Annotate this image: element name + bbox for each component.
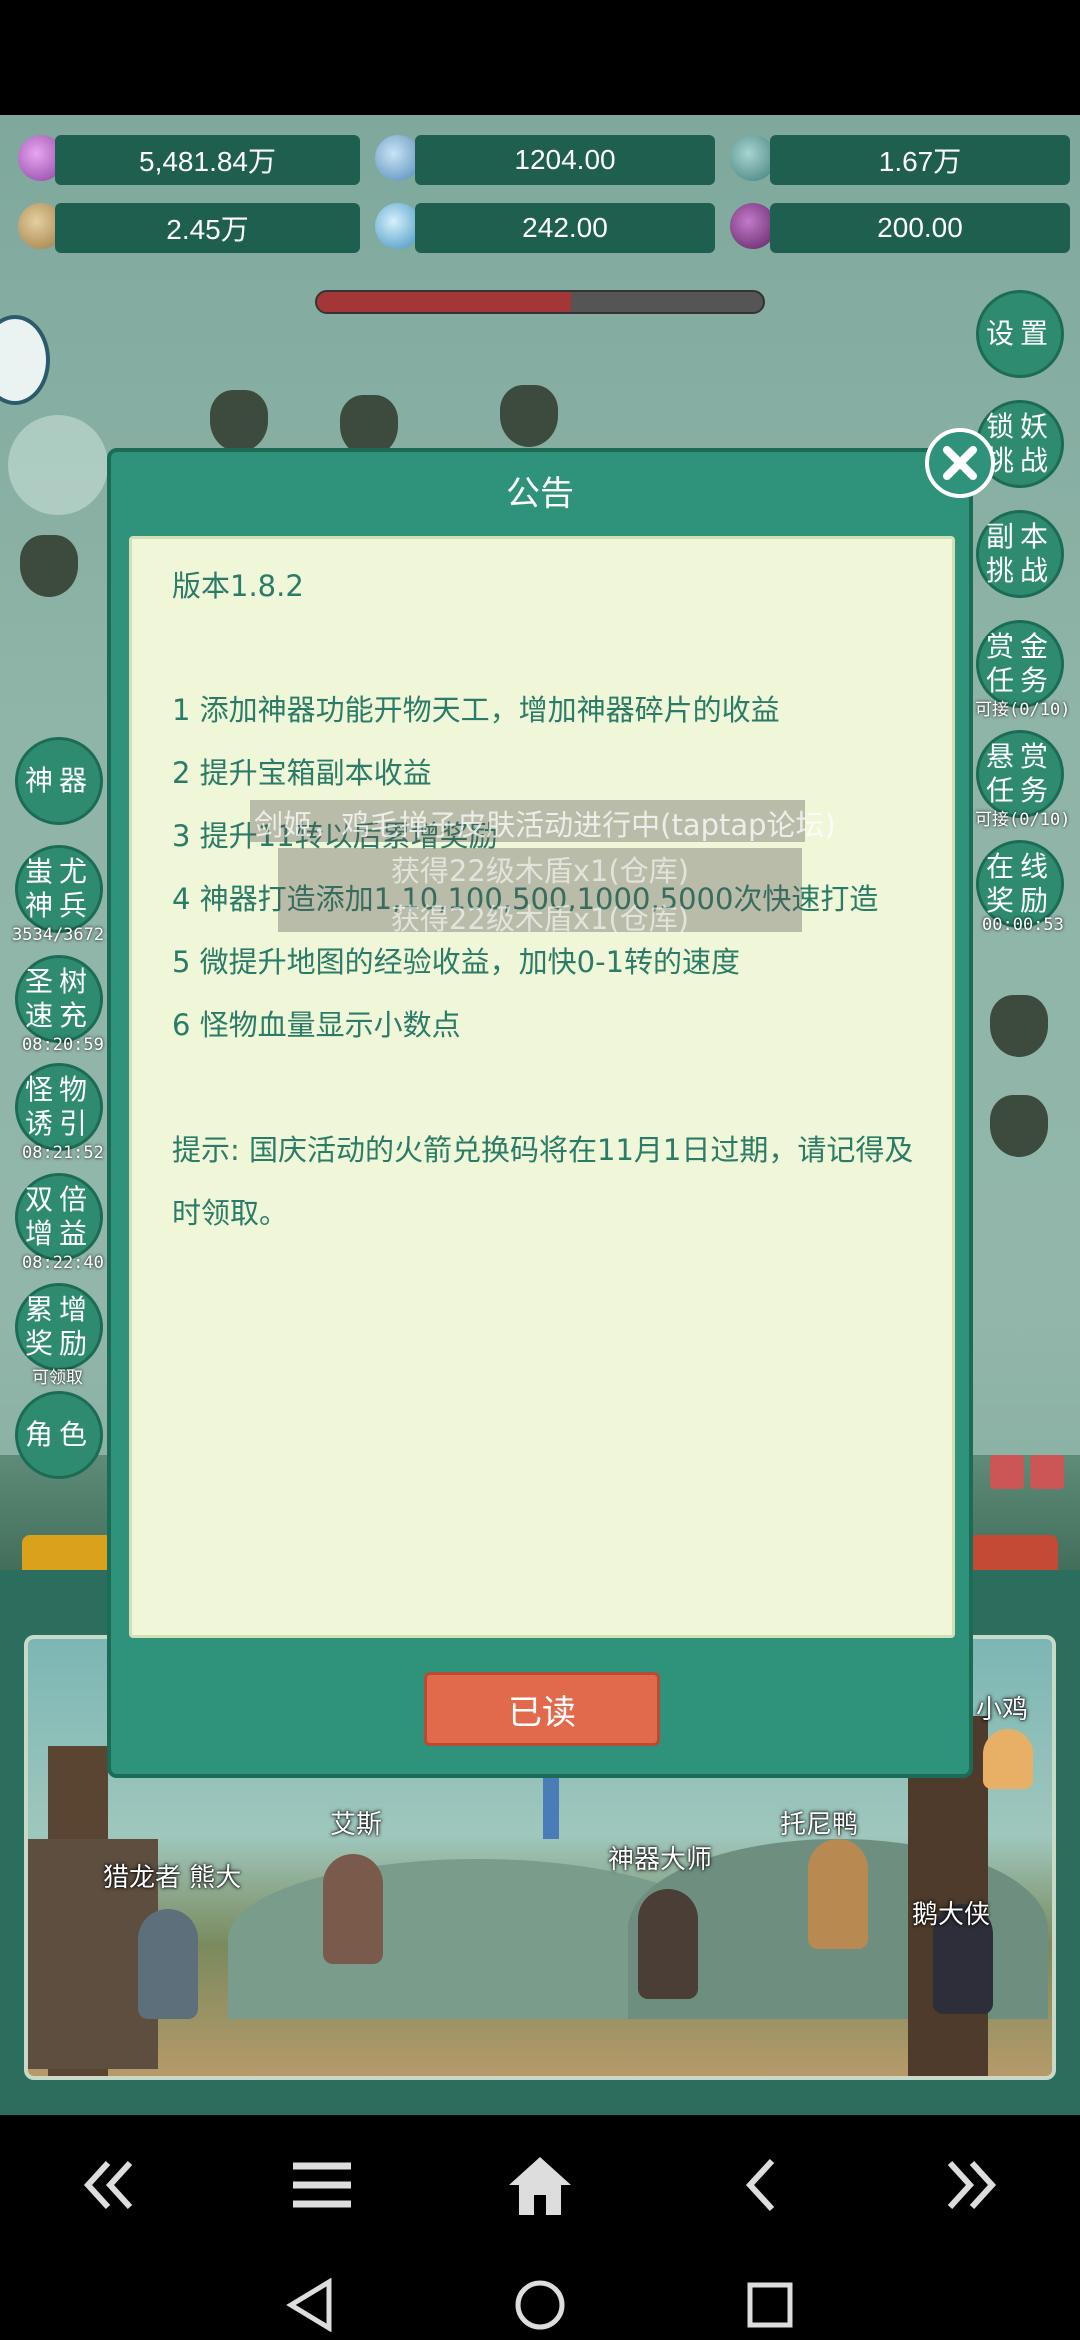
online-reward-label: 在线奖励 xyxy=(985,850,1054,917)
version-text: 版本1.8.2 xyxy=(172,569,304,603)
accumulated-reward-button[interactable]: 累增奖励 xyxy=(15,1283,103,1371)
chiyou-weapon-label: 蚩尤神兵 xyxy=(24,855,93,922)
system-home-icon[interactable] xyxy=(505,2275,575,2335)
loot-toast: 获得22级木盾x1(仓库) xyxy=(390,854,690,888)
character-ace xyxy=(323,1854,383,1964)
announcement-content[interactable]: 版本1.8.2 1 添加神器功能开物天工，增加神器碎片的收益 2 提升宝箱副本收… xyxy=(129,536,955,1638)
monster-icon xyxy=(990,995,1048,1057)
announcement-item: 2 提升宝箱副本收益 xyxy=(172,756,432,790)
character-artifact-master xyxy=(638,1889,698,1999)
dungeon-challenge-button[interactable]: 副本挑战 xyxy=(976,510,1064,598)
chiyou-weapon-progress: 3534/3672 xyxy=(12,925,105,945)
accumulated-reward-status: 可领取 xyxy=(32,1368,83,1388)
monster-icon xyxy=(990,1095,1048,1157)
double-back-icon[interactable] xyxy=(70,2150,150,2220)
monster-lure-label: 怪物诱引 xyxy=(24,1073,93,1140)
announcement-dialog: 公告 版本1.8.2 1 添加神器功能开物天工，增加神器碎片的收益 2 提升宝箱… xyxy=(107,448,973,1778)
menu-icon[interactable] xyxy=(282,2150,362,2220)
orb-value: 1204.00 xyxy=(415,135,715,185)
character-label: 托尼鸭 xyxy=(780,1810,859,1840)
crystal-value: 242.00 xyxy=(415,203,715,253)
monster-icon xyxy=(20,535,78,597)
mark-read-button[interactable]: 已读 xyxy=(424,1672,660,1746)
monster-icon xyxy=(210,390,268,452)
announcement-item: 6 怪物血量显示小数点 xyxy=(172,1008,461,1042)
character-label: 鹅大侠 xyxy=(912,1900,991,1930)
sacred-tree-boost-button[interactable]: 圣树速充 xyxy=(15,955,103,1043)
resource-row-2: 2.45万 242.00 200.00 xyxy=(0,203,1080,263)
artifact-button-label: 神器 xyxy=(24,764,93,797)
character-hunter xyxy=(138,1909,198,2019)
character-button[interactable]: 角色 xyxy=(15,1391,103,1479)
artifact-button[interactable]: 神器 xyxy=(15,737,103,825)
accumulated-reward-label: 累增奖励 xyxy=(24,1293,93,1360)
wood-value: 2.45万 xyxy=(55,203,360,253)
announcement-item: 5 微提升地图的经验收益，加快0-1转的速度 xyxy=(172,945,741,979)
settings-label: 设置 xyxy=(985,317,1054,350)
status-bar xyxy=(0,0,1080,115)
boss-hp-bar xyxy=(315,290,765,314)
monster-lure-button[interactable]: 怪物诱引 xyxy=(15,1063,103,1151)
online-reward-timer: 00:00:53 xyxy=(982,915,1064,935)
settings-button[interactable]: 设置 xyxy=(976,290,1064,378)
close-icon xyxy=(943,446,977,480)
event-toast: 剑姬，鸡毛掸子皮肤活动进行中(taptap论坛) xyxy=(254,808,836,842)
character-tony-duck xyxy=(808,1839,868,1949)
small-item-icon[interactable] xyxy=(1030,1455,1064,1489)
sacred-tree-boost-label: 圣树速充 xyxy=(24,965,93,1032)
dungeon-challenge-label: 副本挑战 xyxy=(985,520,1054,587)
double-forward-icon[interactable] xyxy=(930,2150,1010,2220)
character-button-label: 角色 xyxy=(24,1418,93,1451)
sacred-tree-boost-timer: 08:20:59 xyxy=(22,1035,104,1055)
dialog-title: 公告 xyxy=(506,474,574,514)
double-boost-timer: 08:22:40 xyxy=(22,1253,104,1273)
gem-value: 5,481.84万 xyxy=(55,135,360,185)
double-boost-button[interactable]: 双倍增益 xyxy=(15,1173,103,1261)
ore-value: 1.67万 xyxy=(770,135,1070,185)
system-back-icon[interactable] xyxy=(275,2275,345,2335)
chiyou-weapon-button[interactable]: 蚩尤神兵 xyxy=(15,845,103,933)
boss-hp-fill xyxy=(317,292,572,312)
character-label: 猎龙者 熊大 xyxy=(103,1863,242,1893)
bounty-task-status: 可接(0/10) xyxy=(975,700,1071,720)
home-icon[interactable] xyxy=(500,2145,580,2225)
navigation-bar xyxy=(0,2115,1080,2340)
character-label: 艾斯 xyxy=(330,1810,383,1840)
small-item-icon[interactable] xyxy=(990,1455,1024,1489)
announcement-tip: 提示: 国庆活动的火箭兑换码将在11月1日过期，请记得及时领取。 xyxy=(172,1133,914,1230)
loot-toast: 获得22级木盾x1(仓库) xyxy=(390,902,690,936)
back-icon[interactable] xyxy=(720,2150,800,2220)
character-label: 神器大师 xyxy=(608,1845,713,1875)
character-chick xyxy=(983,1729,1033,1789)
resource-row-1: 5,481.84万 1204.00 1.67万 xyxy=(0,135,1080,195)
demon-lock-challenge-label: 锁妖挑战 xyxy=(985,410,1054,477)
double-boost-label: 双倍增益 xyxy=(24,1183,93,1250)
system-recents-icon[interactable] xyxy=(735,2275,805,2335)
close-button[interactable] xyxy=(925,428,995,498)
bounty-task-label: 赏金任务 xyxy=(985,630,1054,697)
announcement-item: 1 添加神器功能开物天工，增加神器碎片的收益 xyxy=(172,693,780,727)
stats-icon[interactable] xyxy=(8,415,108,515)
character-label: 小鸡 xyxy=(976,1695,1029,1725)
chat-icon[interactable] xyxy=(0,315,50,405)
monster-lure-timer: 08:21:52 xyxy=(22,1143,104,1163)
monster-icon xyxy=(500,385,558,447)
potion-value: 200.00 xyxy=(770,203,1070,253)
reward-task-status: 可接(0/10) xyxy=(975,810,1071,830)
reward-task-label: 悬赏任务 xyxy=(985,740,1054,807)
